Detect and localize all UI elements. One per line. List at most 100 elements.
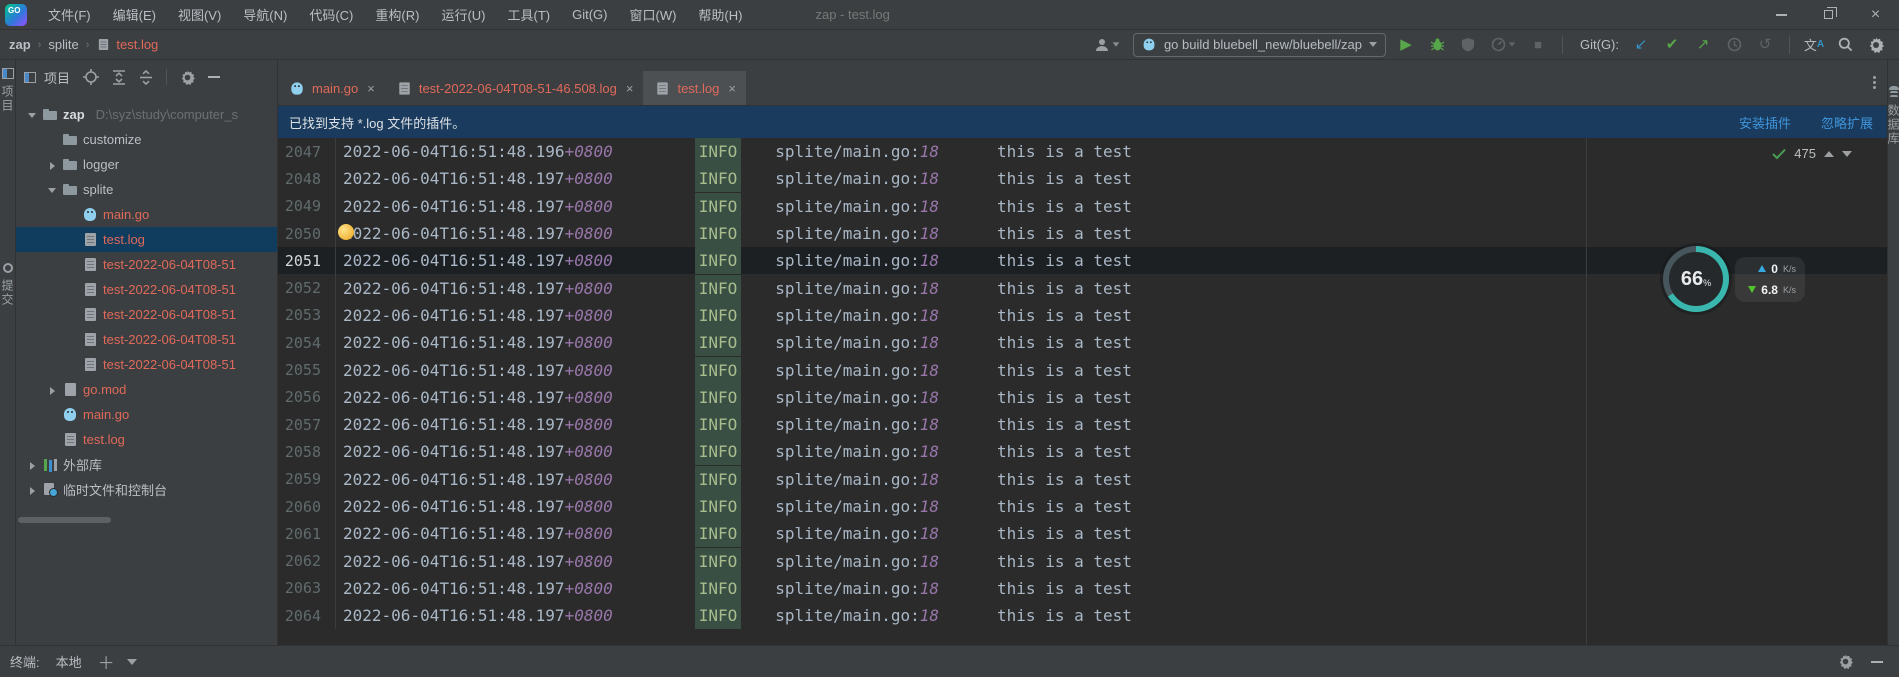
log-line[interactable]: 2060 2022-06-04T16:51:48.197 +0800 INFO spl… bbox=[278, 492, 1887, 521]
tree-row[interactable]: main.go bbox=[16, 202, 277, 227]
editor-tab[interactable]: test.log × bbox=[643, 71, 746, 105]
translate-button[interactable]: 文A bbox=[1803, 34, 1825, 56]
tree-row[interactable]: 临时文件和控制台 bbox=[16, 477, 277, 502]
debug-button[interactable] bbox=[1426, 34, 1448, 56]
tree-row[interactable]: test-2022-06-04T08-51 bbox=[16, 352, 277, 377]
user-account-button[interactable] bbox=[1090, 34, 1124, 56]
breadcrumb-project[interactable]: zap bbox=[9, 37, 31, 52]
project-panel-title[interactable]: 项目 bbox=[44, 68, 70, 87]
stripe-project-label[interactable]: 项目 bbox=[0, 85, 16, 113]
restore-button[interactable] bbox=[1805, 0, 1852, 29]
stop-button[interactable]: ■ bbox=[1527, 34, 1549, 56]
horizontal-scrollbar[interactable] bbox=[18, 517, 111, 523]
database-tool-window-icon[interactable] bbox=[1888, 86, 1899, 90]
collapse-all-button[interactable] bbox=[139, 69, 153, 85]
log-line[interactable]: 2047 2022-06-04T16:51:48.196 +0800 INFO spl… bbox=[278, 138, 1887, 166]
tree-row[interactable]: 外部库 bbox=[16, 452, 277, 477]
editor-tab[interactable]: test-2022-06-04T08-51-46.508.log × bbox=[385, 71, 644, 105]
log-line[interactable]: 2063 2022-06-04T16:51:48.197 +0800 INFO spl… bbox=[278, 574, 1887, 603]
tree-chevron-icon[interactable] bbox=[46, 384, 58, 396]
menu-item[interactable]: 代码(C) bbox=[298, 0, 364, 29]
menu-item[interactable]: 重构(R) bbox=[364, 0, 430, 29]
stripe-commit-label[interactable]: 提交 bbox=[0, 279, 16, 307]
log-line[interactable]: 2050 2022-06-04T16:51:48.197 +0800 INFO spl… bbox=[278, 219, 1887, 248]
hide-terminal-button[interactable] bbox=[1871, 660, 1883, 663]
log-line[interactable]: 2062 2022-06-04T16:51:48.197 +0800 INFO spl… bbox=[278, 547, 1887, 575]
log-line[interactable]: 2059 2022-06-04T16:51:48.197 +0800 INFO spl… bbox=[278, 465, 1887, 493]
breadcrumb-folder[interactable]: splite bbox=[48, 37, 78, 52]
log-line[interactable]: 2055 2022-06-04T16:51:48.197 +0800 INFO spl… bbox=[278, 356, 1887, 384]
tab-close-icon[interactable]: × bbox=[626, 81, 634, 96]
log-line[interactable]: 2058 2022-06-04T16:51:48.197 +0800 INFO spl… bbox=[278, 438, 1887, 466]
log-line[interactable]: 2064 2022-06-04T16:51:48.197 +0800 INFO spl… bbox=[278, 602, 1887, 630]
expand-all-button[interactable] bbox=[112, 69, 126, 85]
editor-tab[interactable]: main.go × bbox=[278, 71, 385, 105]
minimize-button[interactable] bbox=[1758, 0, 1805, 29]
tree-row[interactable]: customize bbox=[16, 127, 277, 152]
tab-close-icon[interactable]: × bbox=[728, 81, 736, 96]
profiler-button[interactable] bbox=[1488, 34, 1518, 56]
menu-item[interactable]: 帮助(H) bbox=[687, 0, 753, 29]
log-line[interactable]: 2051 2022-06-04T16:51:48.197 +0800 INFO spl… bbox=[278, 247, 1887, 275]
tree-row[interactable]: main.go bbox=[16, 402, 277, 427]
close-button[interactable]: × bbox=[1852, 0, 1899, 29]
terminal-dropdown-button[interactable] bbox=[126, 658, 137, 665]
tree-chevron-icon[interactable] bbox=[46, 184, 58, 196]
menu-item[interactable]: 导航(N) bbox=[232, 0, 298, 29]
git-rollback-button[interactable]: ↺ bbox=[1754, 34, 1776, 56]
tree-row[interactable]: logger bbox=[16, 152, 277, 177]
menu-item[interactable]: 运行(U) bbox=[430, 0, 496, 29]
next-button[interactable] bbox=[1842, 150, 1852, 157]
log-line[interactable]: 2054 2022-06-04T16:51:48.197 +0800 INFO spl… bbox=[278, 329, 1887, 357]
hide-panel-button[interactable] bbox=[208, 76, 221, 78]
locate-file-button[interactable] bbox=[83, 69, 100, 85]
tree-row[interactable]: go.mod bbox=[16, 377, 277, 402]
tree-row[interactable]: zap D:\syz\study\computer_s bbox=[16, 102, 277, 127]
git-update-button[interactable]: ↙ bbox=[1630, 34, 1652, 56]
panel-options-button[interactable] bbox=[180, 69, 196, 85]
tab-close-icon[interactable]: × bbox=[367, 81, 375, 96]
terminal-settings-button[interactable] bbox=[1838, 654, 1853, 669]
install-plugin-link[interactable]: 安装插件 bbox=[1739, 113, 1791, 132]
project-tool-window-icon[interactable] bbox=[1, 68, 14, 79]
run-button[interactable]: ▶ bbox=[1395, 34, 1417, 56]
tree-row[interactable]: test-2022-06-04T08-51 bbox=[16, 302, 277, 327]
log-line[interactable]: 2056 2022-06-04T16:51:48.197 +0800 INFO spl… bbox=[278, 383, 1887, 411]
settings-button[interactable] bbox=[1865, 34, 1887, 56]
run-with-coverage-button[interactable] bbox=[1457, 34, 1479, 56]
tree-row[interactable]: test.log bbox=[16, 227, 277, 252]
log-line[interactable]: 2048 2022-06-04T16:51:48.197 +0800 INFO spl… bbox=[278, 165, 1887, 193]
menu-item[interactable]: 工具(T) bbox=[496, 0, 561, 29]
ignore-extension-link[interactable]: 忽略扩展 bbox=[1821, 113, 1873, 132]
breadcrumb-file[interactable]: test.log bbox=[96, 37, 158, 52]
menu-item[interactable]: 编辑(E) bbox=[102, 0, 167, 29]
menu-item[interactable]: Git(G) bbox=[561, 0, 618, 29]
git-commit-button[interactable]: ✔ bbox=[1661, 34, 1683, 56]
terminal-tab-local[interactable]: 本地 bbox=[52, 652, 86, 671]
commit-tool-window-icon[interactable] bbox=[2, 263, 13, 273]
previous-button[interactable] bbox=[1824, 150, 1834, 157]
log-line[interactable]: 2052 2022-06-04T16:51:48.197 +0800 INFO spl… bbox=[278, 274, 1887, 302]
new-terminal-button[interactable]: ＋ bbox=[98, 649, 115, 674]
menu-item[interactable]: 窗口(W) bbox=[618, 0, 687, 29]
tree-row[interactable]: splite bbox=[16, 177, 277, 202]
git-history-button[interactable] bbox=[1723, 34, 1745, 56]
tree-chevron-icon[interactable] bbox=[26, 459, 38, 471]
run-configuration-select[interactable]: go build bluebell_new/bluebell/zap bbox=[1132, 32, 1386, 57]
log-line[interactable]: 2049 2022-06-04T16:51:48.197 +0800 INFO spl… bbox=[278, 192, 1887, 220]
tree-row[interactable]: test-2022-06-04T08-51 bbox=[16, 327, 277, 352]
menu-item[interactable]: 文件(F) bbox=[37, 0, 102, 29]
log-line[interactable]: 2053 2022-06-04T16:51:48.197 +0800 INFO spl… bbox=[278, 301, 1887, 330]
log-line[interactable]: 2061 2022-06-04T16:51:48.197 +0800 INFO spl… bbox=[278, 520, 1887, 548]
git-push-button[interactable]: ↗ bbox=[1692, 34, 1714, 56]
tree-chevron-icon[interactable] bbox=[26, 109, 38, 121]
tree-chevron-icon[interactable] bbox=[46, 159, 58, 171]
tree-row[interactable]: test.log bbox=[16, 427, 277, 452]
intention-bulb-icon[interactable] bbox=[338, 224, 354, 241]
stripe-database-label[interactable]: 数据库 bbox=[1885, 104, 1899, 146]
log-editor[interactable]: 2047 2022-06-04T16:51:48.196 +0800 INFO spl… bbox=[278, 138, 1887, 645]
tree-row[interactable]: test-2022-06-04T08-51 bbox=[16, 252, 277, 277]
tree-row[interactable]: test-2022-06-04T08-51 bbox=[16, 277, 277, 302]
log-line[interactable]: 2057 2022-06-04T16:51:48.197 +0800 INFO spl… bbox=[278, 410, 1887, 439]
tree-chevron-icon[interactable] bbox=[26, 484, 38, 496]
